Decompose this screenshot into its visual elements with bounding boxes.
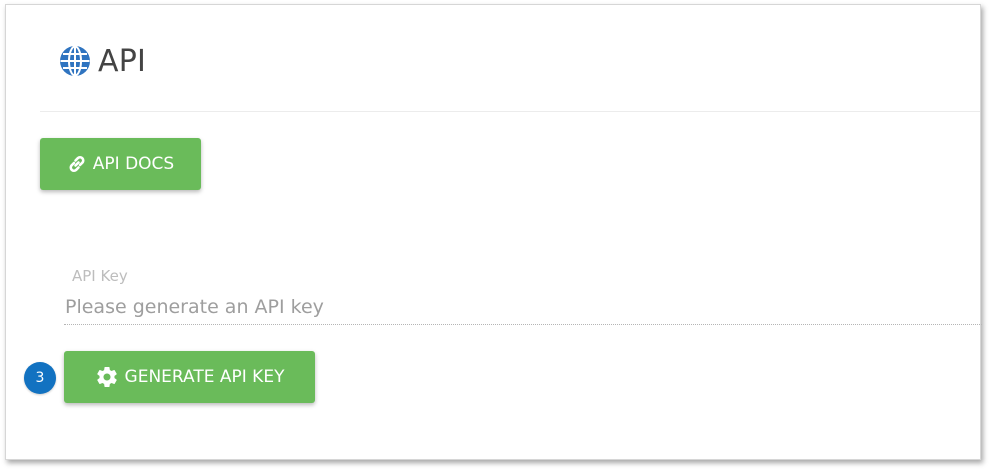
api-key-input[interactable] bbox=[64, 289, 982, 325]
api-key-label: API Key bbox=[72, 267, 128, 285]
step-badge: 3 bbox=[24, 362, 56, 394]
link-icon bbox=[69, 156, 85, 172]
header-divider bbox=[40, 111, 980, 112]
page-title: API bbox=[98, 43, 147, 79]
api-docs-label: API DOCS bbox=[92, 154, 175, 174]
generate-api-key-label: GENERATE API KEY bbox=[124, 367, 285, 387]
globe-icon bbox=[59, 45, 91, 77]
api-docs-button[interactable]: API DOCS bbox=[40, 138, 201, 190]
api-panel: API API DOCS API Key 3 GENERATE API KEY bbox=[5, 4, 982, 460]
panel-header: API bbox=[59, 39, 146, 83]
generate-api-key-button[interactable]: GENERATE API KEY bbox=[64, 351, 315, 403]
gear-icon bbox=[96, 367, 117, 387]
